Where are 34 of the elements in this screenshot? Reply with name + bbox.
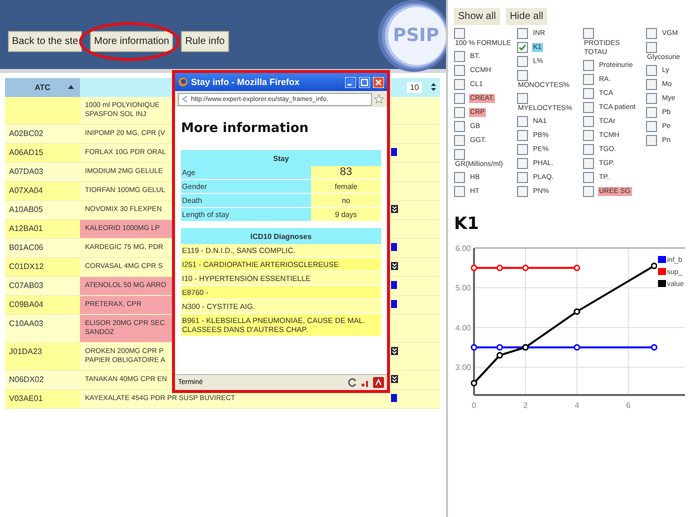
atc-code: C07AB03 [9, 281, 44, 290]
logo-text: PSIP [393, 25, 440, 46]
atc-code: B01AC06 [9, 243, 44, 252]
y-tick-label: 4.00 [455, 323, 471, 332]
filter-button[interactable]: Show all [454, 8, 500, 25]
x-tick-label: 2 [523, 401, 528, 410]
atc-code: A07XA04 [9, 186, 43, 195]
atc-code: A06AD15 [9, 148, 44, 157]
header-button[interactable]: Back to the ste [8, 31, 82, 52]
atc-code: A07DA03 [9, 167, 44, 176]
atc-code: A12BA01 [9, 224, 43, 233]
more-information-button[interactable]: More information [90, 31, 174, 52]
chart-title: K1 [454, 214, 480, 234]
atc-code: C10AA03 [9, 319, 44, 328]
window-title: Stay info - Mozilla Firefox [191, 77, 301, 87]
y-tick-label: 6.00 [455, 244, 471, 253]
atc-code: A10AB05 [9, 205, 43, 214]
column-header[interactable]: ATC [5, 78, 80, 97]
stay-value: 83 [311, 166, 381, 180]
y-tick-label: 3.00 [455, 363, 471, 372]
x-tick-label: 4 [574, 401, 580, 410]
atc-code: J01DA23 [9, 347, 42, 356]
x-tick-label: 0 [472, 401, 476, 410]
atc-code: C09BA04 [9, 300, 44, 309]
atc-code: C01DX12 [9, 262, 44, 271]
page-size-field[interactable]: 10 [407, 82, 422, 93]
x-tick-label: 6 [626, 401, 631, 410]
popup-heading: More information [181, 121, 310, 136]
atc-code: V03AE01 [9, 394, 43, 403]
atc-code: N06DX02 [9, 375, 44, 384]
header-button[interactable]: Rule info [181, 31, 229, 52]
y-tick-label: 5.00 [455, 284, 471, 293]
filter-button[interactable]: Hide all [506, 8, 548, 25]
atc-code: A02BC02 [9, 129, 44, 138]
